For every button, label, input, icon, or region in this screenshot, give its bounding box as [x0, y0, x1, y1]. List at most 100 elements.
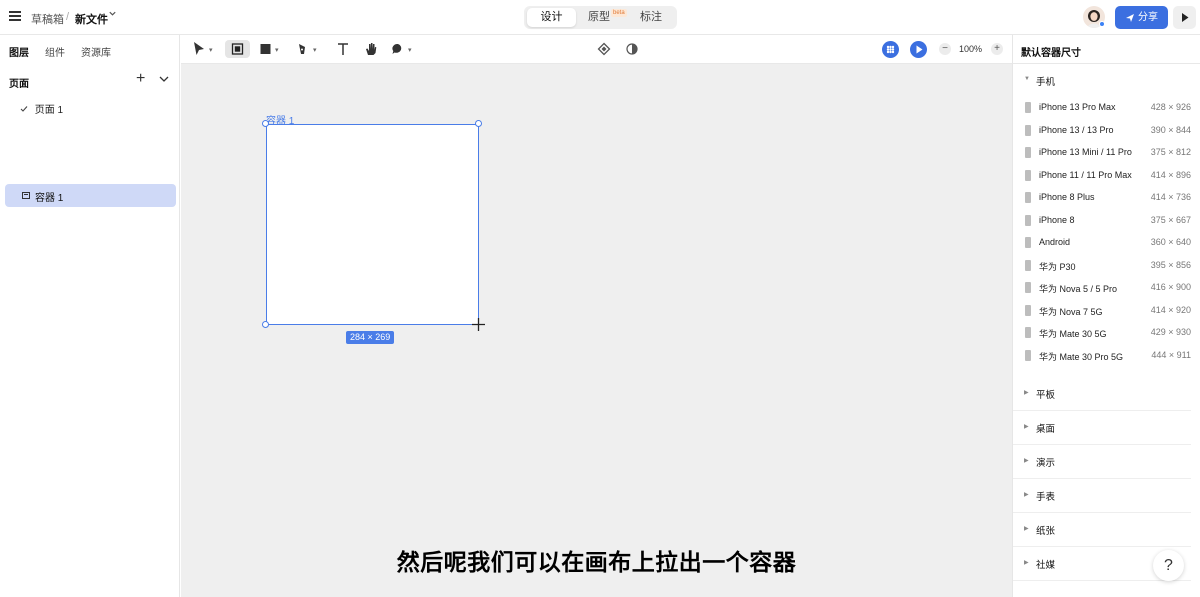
chevron-right-icon: ▶ [1024, 390, 1029, 396]
chevron-down-icon[interactable]: ▾ [408, 46, 412, 54]
resize-handle-tl[interactable] [262, 120, 269, 127]
component-icon[interactable] [597, 41, 611, 59]
device-name: iPhone 13 Pro Max [1039, 102, 1116, 112]
tab-annotate[interactable]: 标注 [636, 8, 666, 27]
play-icon[interactable] [1173, 6, 1196, 29]
device-row[interactable]: 华为 Nova 5 / 5 Pro 416 × 900 [1013, 277, 1200, 299]
section-label: 平板 [1036, 390, 1056, 401]
share-icon [1125, 12, 1135, 22]
beta-badge: beta [611, 9, 627, 17]
online-status-dot [1099, 21, 1105, 27]
resize-handle-tr[interactable] [475, 120, 482, 127]
share-button[interactable]: 分享 [1115, 6, 1168, 29]
zoom-out-button[interactable]: − [939, 43, 951, 55]
device-size: 429 × 930 [1150, 327, 1191, 337]
device-size: 414 × 736 [1150, 192, 1191, 202]
tab-design[interactable]: 设计 [527, 8, 576, 27]
section-phone[interactable]: ▼ 手机 [1013, 64, 1191, 98]
device-icon [1025, 237, 1031, 248]
device-size: 414 × 896 [1150, 169, 1191, 180]
present-icon[interactable] [910, 41, 927, 58]
device-row[interactable]: iPhone 11 / 11 Pro Max 414 × 896 [1013, 165, 1200, 187]
device-name: Android [1039, 237, 1071, 247]
device-row[interactable]: iPhone 13 / 13 Pro 390 × 844 [1013, 120, 1200, 142]
chevron-right-icon: ▶ [1024, 526, 1029, 532]
device-name: iPhone 8 Plus [1039, 192, 1095, 202]
device-icon [1025, 304, 1031, 316]
frame-container[interactable] [266, 124, 479, 325]
file-name[interactable]: 新文件 [75, 11, 108, 27]
plus-icon[interactable]: + [136, 71, 145, 87]
device-row[interactable]: 华为 P30 395 × 856 [1013, 255, 1200, 277]
device-name: 华为 Mate 30 Pro 5G [1039, 351, 1124, 362]
resize-handle-bl[interactable] [262, 321, 269, 328]
device-icon [1025, 192, 1031, 203]
page-item[interactable]: 页面 1 [20, 101, 63, 116]
section-collapsed[interactable]: ▶ 演示 [1013, 445, 1191, 479]
device-row[interactable]: Android 360 × 640 [1013, 232, 1200, 254]
size-badge: 284 × 269 [346, 331, 395, 344]
section-label: 手表 [1036, 492, 1056, 503]
device-row[interactable]: 华为 Nova 7 5G 414 × 920 [1013, 300, 1200, 322]
chevron-down-icon[interactable] [108, 9, 117, 21]
frame-icon [22, 192, 30, 199]
zoom-in-button[interactable]: + [991, 43, 1003, 55]
device-icon [1025, 124, 1031, 136]
device-size: 416 × 900 [1150, 282, 1191, 292]
mode-switcher: 设计 原型 标注 [524, 6, 677, 29]
toolbar: ▾ ▾ ▾ ▾ − 100% + [181, 35, 1012, 64]
device-size: 428 × 926 [1150, 102, 1191, 112]
device-row[interactable]: iPhone 13 Mini / 11 Pro 375 × 812 [1013, 142, 1200, 164]
chevron-right-icon: ▶ [1024, 424, 1029, 430]
device-icon [1025, 259, 1031, 271]
section-collapsed[interactable]: ▶ 手表 [1013, 479, 1191, 513]
pointer-icon[interactable] [192, 41, 206, 59]
text-icon[interactable] [336, 41, 350, 59]
device-icon [1025, 282, 1031, 293]
section-collapsed[interactable]: ▶ 平板 [1013, 377, 1191, 411]
chevron-down-icon[interactable]: ▾ [313, 46, 317, 54]
chevron-down-icon[interactable]: ▾ [209, 46, 213, 54]
tab-components[interactable]: 组件 [45, 44, 65, 59]
video-subtitle: 然后呢我们可以在画布上拉出一个容器 [396, 549, 797, 575]
top-bar: 草稿箱 / 新文件 设计 原型 标注 beta 分享 [0, 0, 1200, 35]
hand-icon[interactable] [364, 41, 378, 59]
zoom-level[interactable]: 100% [959, 44, 982, 54]
device-name: iPhone 8 [1039, 214, 1075, 225]
chevron-right-icon: ▶ [1024, 458, 1029, 464]
crosshair-icon [472, 318, 485, 331]
tab-assets[interactable]: 资源库 [81, 44, 111, 59]
comment-icon[interactable] [391, 41, 405, 59]
tab-layers[interactable]: 图层 [9, 44, 29, 59]
section-collapsed[interactable]: ▶ 纸张 [1013, 513, 1191, 547]
device-row[interactable]: iPhone 13 Pro Max 428 × 926 [1013, 97, 1200, 119]
device-row[interactable]: 华为 Mate 30 5G 429 × 930 [1013, 322, 1200, 344]
layer-label: 容器 1 [35, 193, 64, 204]
grid-icon[interactable] [882, 41, 899, 58]
device-name: iPhone 13 / 13 Pro [1039, 124, 1114, 135]
breadcrumb-drafts[interactable]: 草稿箱 [31, 11, 64, 27]
frame-tool-icon[interactable] [225, 40, 250, 58]
device-row[interactable]: iPhone 8 375 × 667 [1013, 210, 1200, 232]
device-name: iPhone 11 / 11 Pro Max [1039, 169, 1132, 180]
device-size: 375 × 667 [1150, 214, 1191, 225]
device-row[interactable]: 华为 Mate 30 Pro 5G 444 × 911 [1013, 345, 1200, 367]
pen-icon[interactable] [296, 41, 310, 59]
device-size: 414 × 920 [1150, 304, 1191, 315]
menu-icon[interactable] [9, 11, 21, 21]
rectangle-icon[interactable] [259, 41, 273, 59]
chevron-down-icon[interactable]: ▾ [275, 46, 279, 54]
tab-prototype[interactable]: 原型 [584, 8, 614, 27]
device-size: 444 × 911 [1151, 349, 1191, 360]
layer-row[interactable]: 容器 1 [5, 184, 176, 207]
device-name: 华为 Nova 7 5G [1039, 306, 1103, 317]
contrast-icon[interactable] [625, 41, 639, 59]
device-row[interactable]: iPhone 8 Plus 414 × 736 [1013, 187, 1200, 209]
device-icon [1025, 169, 1031, 181]
section-collapsed[interactable]: ▶ 桌面 [1013, 411, 1191, 445]
chevron-down-icon[interactable] [158, 73, 170, 83]
canvas[interactable]: 容器 1 284 × 269 [181, 64, 1012, 597]
panel-title: 默认容器尺寸 [1021, 48, 1081, 59]
device-name: iPhone 13 Mini / 11 Pro [1039, 147, 1132, 157]
help-icon[interactable]: ? [1153, 550, 1184, 581]
